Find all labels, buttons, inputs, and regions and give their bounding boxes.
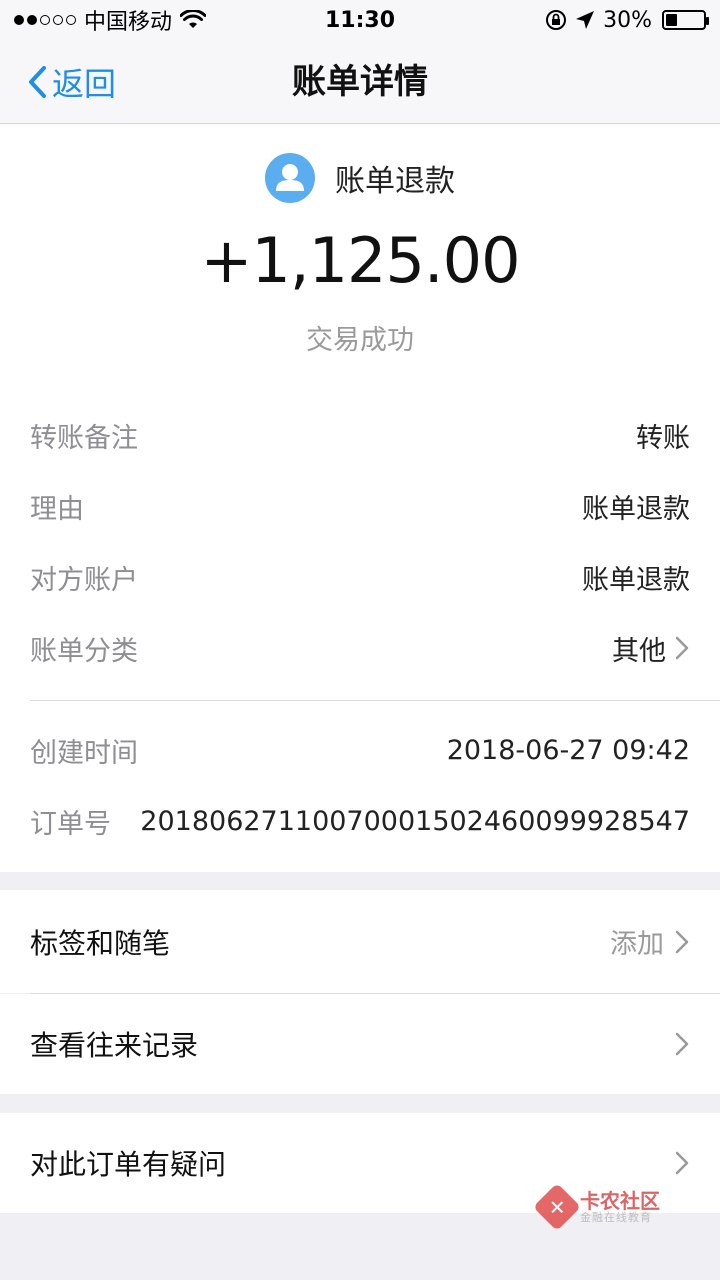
meta-row-order-number: 订单号 20180627110070001502460099928547 bbox=[30, 796, 690, 846]
chevron-left-icon bbox=[29, 66, 46, 98]
carrier-name: 中国移动 bbox=[84, 10, 173, 35]
question-label: 对此订单有疑问 bbox=[30, 1148, 227, 1181]
back-button[interactable]: 返回 bbox=[26, 40, 116, 124]
history-disclosure bbox=[674, 1031, 690, 1057]
battery-fill bbox=[666, 14, 677, 26]
tags-notes-add[interactable]: 添加 bbox=[610, 922, 690, 961]
watermark: ✕ 卡农社区 金融在线教育 bbox=[532, 1183, 660, 1232]
history-label: 查看往来记录 bbox=[30, 1029, 199, 1062]
signal-dot bbox=[14, 15, 24, 25]
watermark-logo-icon: ✕ bbox=[532, 1183, 582, 1232]
back-label: 返回 bbox=[52, 65, 117, 103]
tags-notes-label: 标签和随笔 bbox=[30, 926, 171, 960]
chevron-right-icon bbox=[675, 636, 689, 660]
wifi-icon bbox=[180, 10, 207, 28]
bill-summary-card: 账单退款 +1,125.00 交易成功 转账备注 转账 理由 账单退款 对方账户… bbox=[0, 124, 720, 872]
detail-label: 账单分类 bbox=[30, 635, 138, 667]
tags-notes-row: 标签和随笔 添加 bbox=[30, 890, 690, 993]
payee: 账单退款 bbox=[0, 150, 720, 206]
watermark-text: 卡农社区 金融在线教育 bbox=[580, 1190, 660, 1224]
tags-notes-cell[interactable]: 标签和随笔 添加 bbox=[0, 890, 720, 993]
watermark-title: 卡农社区 bbox=[580, 1189, 660, 1213]
payee-name: 账单退款 bbox=[335, 164, 455, 199]
rotation-lock-icon bbox=[546, 10, 567, 30]
question-disclosure bbox=[674, 1150, 690, 1176]
detail-label: 转账备注 bbox=[30, 422, 138, 454]
status-left: 中国移动 bbox=[14, 4, 207, 36]
signal-dot bbox=[40, 15, 50, 25]
chevron-right-icon bbox=[675, 1032, 689, 1056]
detail-label: 对方账户 bbox=[30, 564, 138, 596]
transaction-amount: +1,125.00 bbox=[200, 224, 520, 297]
detail-row-category[interactable]: 账单分类 其他 bbox=[30, 623, 690, 673]
status-bar: 中国移动 11:30 30% bbox=[0, 0, 720, 40]
signal-dot bbox=[27, 15, 37, 25]
battery-percent: 30% bbox=[603, 7, 652, 33]
signal-dot bbox=[66, 15, 76, 25]
history-row: 查看往来记录 bbox=[30, 994, 690, 1094]
meta-row-created: 创建时间 2018-06-27 09:42 bbox=[30, 725, 690, 775]
chevron-right-icon bbox=[675, 930, 689, 953]
location-arrow-icon bbox=[576, 11, 595, 29]
category-value[interactable]: 其他 bbox=[612, 629, 690, 668]
meta-value: 2018-06-27 09:42 bbox=[446, 734, 690, 766]
meta-label: 订单号 bbox=[30, 808, 111, 840]
battery-icon bbox=[662, 10, 709, 30]
transaction-status: 交易成功 bbox=[306, 325, 414, 356]
chevron-right-icon bbox=[675, 1151, 689, 1175]
signal-dots-icon bbox=[14, 15, 76, 25]
detail-label: 理由 bbox=[30, 493, 84, 525]
divider bbox=[30, 700, 720, 701]
meta-label: 创建时间 bbox=[30, 737, 138, 769]
navigation-bar: 返回 账单详情 bbox=[0, 40, 720, 124]
detail-value: 账单退款 bbox=[582, 493, 690, 525]
add-label: 添加 bbox=[610, 929, 664, 960]
user-icon bbox=[265, 153, 315, 203]
detail-row-reason: 理由 账单退款 bbox=[30, 481, 690, 531]
history-cell[interactable]: 查看往来记录 bbox=[0, 994, 720, 1094]
category-text: 其他 bbox=[612, 635, 666, 667]
detail-row-remark: 转账备注 转账 bbox=[30, 410, 690, 460]
watermark-subtitle: 金融在线教育 bbox=[580, 1211, 652, 1224]
detail-value: 转账 bbox=[636, 422, 690, 454]
screen: 中国移动 11:30 30% 返回 账单详情 账单退款 +1,125.00 交易… bbox=[0, 0, 720, 1280]
detail-row-counterparty: 对方账户 账单退款 bbox=[30, 552, 690, 602]
signal-dot bbox=[53, 15, 63, 25]
detail-value: 账单退款 bbox=[582, 564, 690, 596]
status-right: 30% bbox=[545, 7, 709, 33]
order-number: 20180627110070001502460099928547 bbox=[140, 805, 690, 837]
